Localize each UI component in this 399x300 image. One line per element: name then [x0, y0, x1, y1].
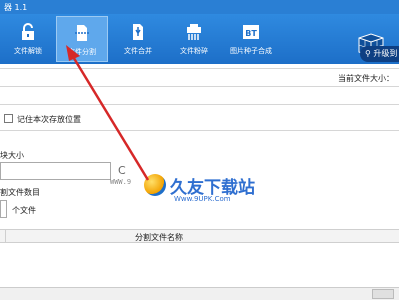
divider [0, 68, 399, 69]
watermark-logo-icon [144, 174, 166, 196]
tool-file-merge-label: 文件合并 [124, 47, 152, 55]
main-toolbar: 文件解锁 文件分割 文件合并 文件粉碎 BT 图片种子合成 [0, 14, 399, 64]
divider [0, 86, 399, 87]
remember-location-checkbox[interactable] [4, 114, 13, 123]
tool-file-shred-label: 文件粉碎 [180, 47, 208, 55]
watermark-url: Www.9UPK.Com [174, 195, 231, 203]
tool-file-split[interactable]: 文件分割 [56, 16, 108, 62]
tool-file-merge[interactable]: 文件合并 [112, 16, 164, 62]
upgrade-button[interactable]: ⚲ 升级到 [360, 46, 399, 62]
status-bar [0, 287, 399, 300]
lock-icon [22, 23, 34, 40]
tool-file-unlock[interactable]: 文件解锁 [2, 16, 54, 62]
split-count-label: 割文件数目 [0, 188, 40, 197]
bottom-button[interactable] [372, 289, 394, 299]
tool-file-unlock-label: 文件解锁 [14, 47, 42, 55]
divider [0, 130, 399, 131]
column-split-file-name: 分割文件名称 [135, 233, 183, 242]
document-split-icon [75, 25, 89, 41]
watermark: WWW.9 久友下载站 Www.9UPK.Com [110, 172, 270, 208]
remember-location-label: 记住本次存放位置 [17, 115, 81, 124]
block-size-input[interactable] [0, 162, 111, 180]
upgrade-label: 升级到 [373, 49, 398, 58]
tool-image-seed-combine[interactable]: BT 图片种子合成 [222, 16, 280, 62]
tool-image-seed-combine-label: 图片种子合成 [230, 47, 272, 55]
document-merge-icon [133, 24, 143, 40]
window-title: 器 1.1 [4, 3, 28, 12]
split-count-unit: 个文件 [12, 206, 36, 215]
bt-icon-text: BT [245, 29, 257, 38]
title-bar: 器 1.1 [0, 0, 399, 14]
block-size-label: 块大小 [0, 151, 24, 160]
tool-file-split-label: 文件分割 [68, 48, 96, 56]
split-count-input[interactable] [0, 200, 7, 218]
column-divider [5, 229, 6, 243]
current-file-size-label: 当前文件大小： [338, 74, 394, 83]
shredder-icon [187, 24, 201, 40]
bt-icon: BT [243, 25, 259, 39]
upgrade-icon: ⚲ [365, 49, 371, 58]
watermark-host: WWW.9 [110, 178, 132, 186]
table-header: 分割文件名称 [0, 229, 399, 243]
tool-file-shred[interactable]: 文件粉碎 [168, 16, 220, 62]
divider [0, 104, 399, 105]
